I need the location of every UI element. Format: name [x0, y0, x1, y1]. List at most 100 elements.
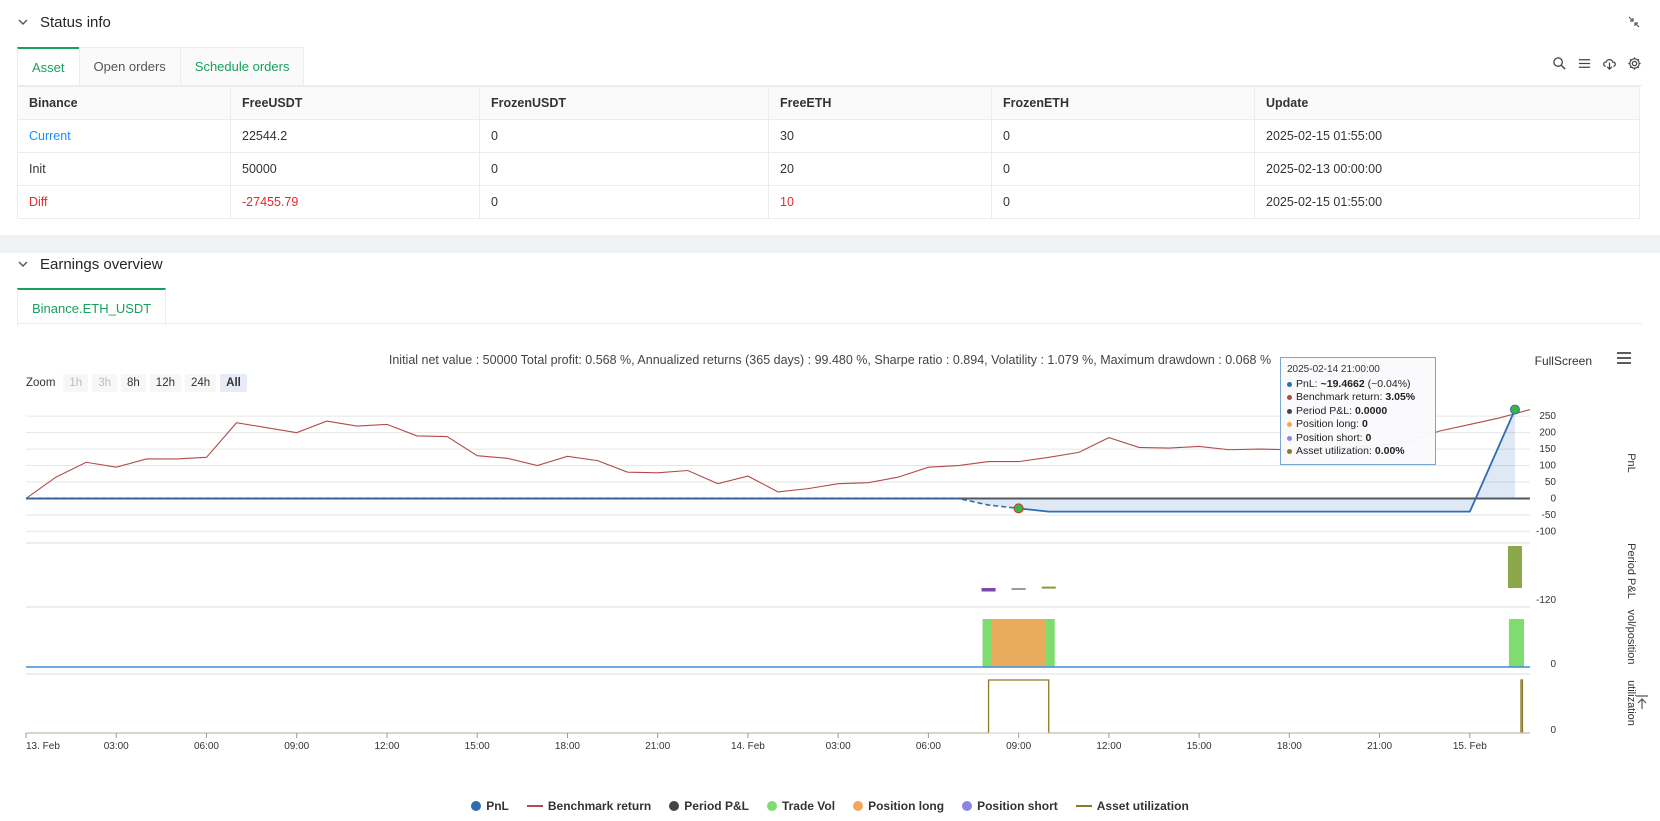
status-tabs: Asset Open orders Schedule orders — [17, 47, 305, 85]
y-tick-label: 150 — [1539, 444, 1556, 455]
cloud-download-icon[interactable] — [1602, 56, 1617, 71]
col-header[interactable]: FreeETH — [768, 86, 992, 120]
tab-schedule-orders[interactable]: Schedule orders — [179, 47, 305, 85]
table-cell: 0 — [991, 152, 1255, 186]
col-header[interactable]: Update — [1254, 86, 1640, 120]
table-toolbar — [1552, 56, 1642, 71]
pnl-line-dashed — [26, 497, 1019, 510]
y-axis-title: PnL — [1625, 453, 1637, 473]
list-icon[interactable] — [1577, 56, 1592, 71]
legend-marker — [962, 801, 973, 811]
period-pnl-bar — [1011, 588, 1026, 590]
table-row: Current 22544.2 0 30 0 2025-02-15 01:55:… — [17, 119, 1640, 153]
collapse-icon[interactable] — [1628, 16, 1640, 28]
tooltip-row-utilization: Asset utilization: 0.00% — [1287, 445, 1429, 459]
tab-binance-eth-usdt[interactable]: Binance.ETH_USDT — [17, 288, 167, 326]
pnl-line — [1018, 409, 1516, 513]
x-tick-label: 15:00 — [465, 741, 490, 752]
y-tick-label: 100 — [1539, 461, 1556, 472]
legend-item[interactable]: Benchmark return — [526, 799, 651, 813]
table-cell: 20 — [768, 152, 992, 186]
y-tick-label: 0 — [1550, 493, 1556, 504]
legend-item[interactable]: Position long — [853, 799, 944, 813]
period-pnl-bar — [981, 588, 996, 592]
status-panel-header[interactable]: Status info — [16, 10, 111, 34]
table-cell: -27455.79 — [230, 185, 480, 219]
chevron-down-icon[interactable] — [16, 15, 30, 29]
x-tick-label: 03:00 — [104, 741, 129, 752]
period-pnl-bar — [1507, 546, 1522, 588]
table-cell: 50000 — [230, 152, 480, 186]
table-cell: 10 — [768, 185, 992, 219]
x-tick-label: 09:00 — [1006, 741, 1031, 752]
x-tick-label: 13. Feb — [26, 741, 60, 752]
chevron-down-icon[interactable] — [16, 257, 30, 271]
zoom-24h-button[interactable]: 24h — [184, 374, 217, 392]
zoom-1h-button[interactable]: 1h — [63, 374, 89, 392]
pnl-marker-end — [1509, 404, 1520, 415]
y-tick-label: 0 — [1550, 659, 1556, 670]
table-cell: 2025-02-13 00:00:00 — [1254, 152, 1640, 186]
y-axis-title: utilization — [1625, 680, 1637, 726]
table-cell: 0 — [991, 119, 1255, 153]
fullscreen-button[interactable]: FullScreen — [1535, 354, 1592, 368]
row-label-init: Init — [17, 152, 231, 186]
col-header[interactable]: Binance — [17, 86, 231, 120]
asset-table: Binance FreeUSDT FrozenUSDT FreeETH Froz… — [17, 86, 1640, 219]
chart-legend: PnL Benchmark return Period P&L Trade Vol Po… — [0, 799, 1660, 813]
pnl-marker-low — [1013, 503, 1024, 514]
x-tick-label: 14. Feb — [731, 741, 765, 752]
y-axis-title: vol/position — [1625, 609, 1637, 664]
y-tick-label: 0 — [1550, 725, 1556, 736]
legend-label: Asset utilization — [1096, 799, 1189, 813]
tab-open-orders[interactable]: Open orders — [78, 47, 181, 85]
x-tick-label: 18:00 — [1277, 741, 1302, 752]
x-tick-label: 18:00 — [555, 741, 580, 752]
col-header[interactable]: FrozenETH — [991, 86, 1255, 120]
legend-marker — [766, 801, 777, 811]
row-label-diff: Diff — [17, 185, 231, 219]
row-label-current[interactable]: Current — [17, 119, 231, 153]
legend-item[interactable]: Period P&L — [669, 799, 749, 813]
table-header-row: Binance FreeUSDT FrozenUSDT FreeETH Froz… — [17, 86, 1640, 120]
search-icon[interactable] — [1552, 56, 1567, 71]
tooltip-row-pnl: PnL: ~19.4662 (~0.04%) — [1287, 378, 1429, 392]
col-header[interactable]: FrozenUSDT — [479, 86, 769, 120]
x-tick-label: 09:00 — [284, 741, 309, 752]
zoom-12h-button[interactable]: 12h — [149, 374, 181, 392]
y-tick-label: -100 — [1536, 526, 1556, 537]
legend-item[interactable]: Asset utilization — [1075, 799, 1189, 813]
zoom-8h-button[interactable]: 8h — [121, 374, 146, 392]
earnings-panel-header[interactable]: Earnings overview — [16, 252, 163, 276]
panel-title: Earnings overview — [40, 255, 163, 273]
earnings-panel: Earnings overview Binance.ETH_USDT Initi… — [0, 253, 1660, 821]
col-header[interactable]: FreeUSDT — [230, 86, 480, 120]
menu-icon[interactable] — [1616, 351, 1632, 365]
tooltip-row-period: Period P&L: 0.0000 — [1287, 405, 1429, 419]
y-tick-label: 250 — [1539, 411, 1556, 422]
period-pnl-bar — [1041, 586, 1056, 589]
legend-item[interactable]: Trade Vol — [766, 799, 835, 813]
zoom-label: Zoom — [26, 377, 56, 389]
zoom-3h-button[interactable]: 3h — [92, 374, 117, 392]
zoom-all-button[interactable]: All — [220, 374, 247, 392]
gear-icon[interactable] — [1627, 56, 1642, 71]
zoom-controls: Zoom 1h 3h 8h 12h 24h All — [26, 374, 247, 392]
panel-title: Status info — [40, 13, 111, 31]
x-tick-label: 12:00 — [374, 741, 399, 752]
chart-tooltip: 2025-02-14 21:00:00 PnL: ~19.4662 (~0.04%… — [1280, 357, 1436, 465]
legend-item[interactable]: PnL — [471, 799, 509, 813]
table-cell: 22544.2 — [230, 119, 480, 153]
x-tick-label: 06:00 — [916, 741, 941, 752]
legend-label: Position long — [868, 799, 945, 813]
table-cell: 2025-02-15 01:55:00 — [1254, 185, 1640, 219]
trade-vol-bar — [1508, 619, 1524, 667]
y-tick-label: -120 — [1536, 595, 1556, 606]
table-cell: 0 — [479, 152, 769, 186]
legend-item[interactable]: Position short — [962, 799, 1058, 813]
tab-asset[interactable]: Asset — [17, 47, 80, 85]
table-cell: 2025-02-15 01:55:00 — [1254, 119, 1640, 153]
legend-marker — [526, 805, 543, 807]
y-tick-label: 200 — [1539, 428, 1556, 439]
status-panel: Status info Asset Open orders Schedule o… — [0, 0, 1660, 235]
